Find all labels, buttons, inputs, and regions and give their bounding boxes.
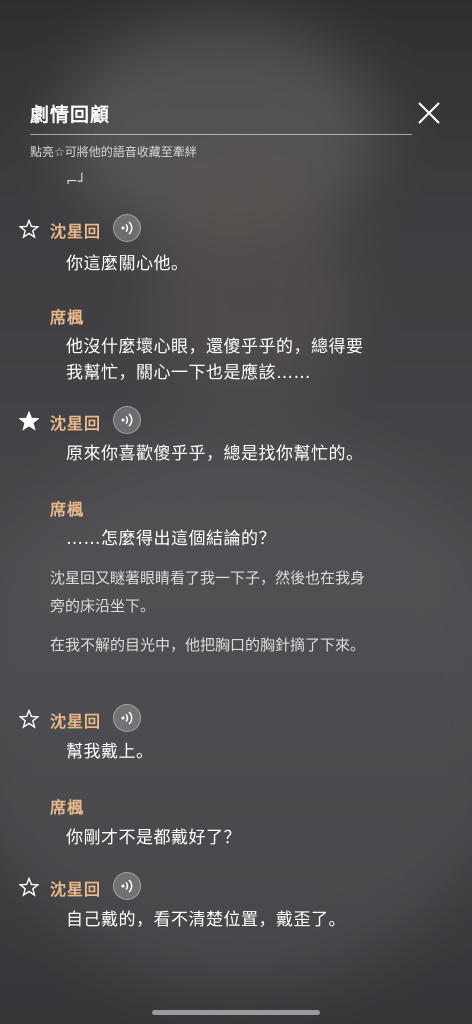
star-filled-icon[interactable] bbox=[19, 411, 39, 431]
dialogue-text: 原來你喜歡傻乎乎，總是找你幫忙的。 bbox=[66, 444, 364, 464]
dialogue-text: 幫我戴上。 bbox=[66, 742, 154, 762]
speaker-name: 席楓 bbox=[50, 308, 85, 327]
dialogue-text: 你這麼關心他。 bbox=[66, 254, 189, 274]
close-icon bbox=[418, 102, 440, 124]
narration-line: 沈星回又瞇著眼睛看了我一下子，然後也在我身 bbox=[50, 569, 366, 587]
header: 劇情回顧 點亮☆可將他的語音收藏至牽絆 bbox=[30, 96, 412, 160]
dialogue-text-line: 他沒什麼壞心眼，還傻乎乎的，總得要 bbox=[66, 337, 364, 357]
star-outline-icon[interactable] bbox=[19, 877, 39, 897]
dialogue-text: 你剛才不是都戴好了？ bbox=[66, 828, 241, 848]
dialogue-text-line: 我幫忙，關心一下也是應該…… bbox=[66, 363, 311, 383]
speaker-name: 沈星回 bbox=[50, 880, 102, 899]
truncated-text-fragment: ⌐┘ bbox=[66, 174, 87, 190]
sound-wave-icon bbox=[121, 221, 133, 235]
speaker-name: 沈星回 bbox=[50, 222, 102, 241]
voice-play-button[interactable] bbox=[113, 214, 141, 242]
star-outline-icon[interactable] bbox=[19, 709, 39, 729]
voice-play-button[interactable] bbox=[113, 704, 141, 732]
speaker-name: 沈星回 bbox=[50, 414, 102, 433]
speaker-name: 席楓 bbox=[50, 798, 85, 817]
sound-wave-icon bbox=[121, 711, 133, 725]
page-title: 劇情回顧 bbox=[30, 104, 111, 126]
narration-line: 在我不解的目光中，他把胸口的胸針摘了下來。 bbox=[50, 636, 366, 654]
sound-wave-icon bbox=[121, 413, 133, 427]
speaker-name: 席楓 bbox=[50, 500, 85, 519]
header-divider bbox=[30, 134, 412, 135]
star-outline-icon[interactable] bbox=[19, 219, 39, 239]
dialogue-text: ……怎麼得出這個結論的？ bbox=[66, 529, 276, 549]
header-subtitle: 點亮☆可將他的語音收藏至牽絆 bbox=[30, 145, 197, 159]
home-indicator[interactable] bbox=[152, 1010, 320, 1015]
speaker-name: 沈星回 bbox=[50, 712, 102, 731]
dialogue-text: 自己戴的，看不清楚位置，戴歪了。 bbox=[66, 910, 346, 930]
voice-play-button[interactable] bbox=[113, 872, 141, 900]
narration-line: 旁的床沿坐下。 bbox=[50, 597, 156, 615]
sound-wave-icon bbox=[121, 879, 133, 893]
voice-play-button[interactable] bbox=[113, 406, 141, 434]
close-button[interactable] bbox=[416, 100, 442, 126]
